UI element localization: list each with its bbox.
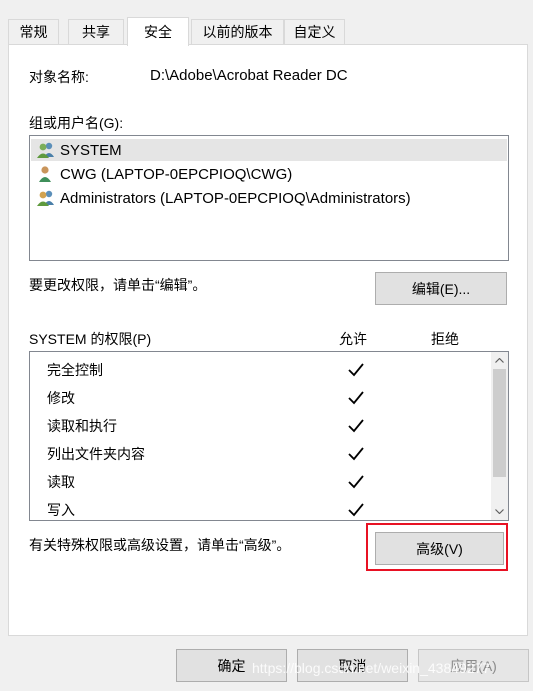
tab-label: 自定义: [293, 24, 336, 40]
groups-label: 组或用户名(G):: [29, 115, 124, 131]
security-panel: 对象名称: D:\Adobe\Acrobat Reader DC 组或用户名(G…: [8, 44, 528, 636]
advanced-button-label: 高级(V): [416, 540, 463, 557]
permission-row-list-folder: 列出文件夹内容: [47, 440, 145, 468]
advanced-button[interactable]: 高级(V): [375, 532, 504, 565]
permission-name: 完全控制: [47, 362, 103, 378]
group-item-system[interactable]: SYSTEM: [31, 139, 507, 161]
permission-row-read: 读取: [47, 468, 75, 496]
tab-previous-versions[interactable]: 以前的版本: [191, 19, 284, 44]
tab-customize[interactable]: 自定义: [284, 19, 345, 44]
user-icon: [39, 166, 51, 182]
tab-label: 以前的版本: [202, 24, 273, 40]
users-group-icon: [37, 142, 54, 158]
permission-name: 读取和执行: [47, 418, 117, 434]
tab-general[interactable]: 常规: [8, 19, 59, 44]
group-name: SYSTEM: [60, 141, 122, 159]
group-item-cwg[interactable]: CWG (LAPTOP-0EPCPIOQ\CWG): [36, 163, 292, 185]
permission-name: 读取: [47, 474, 75, 490]
group-item-administrators[interactable]: Administrators (LAPTOP-0EPCPIOQ\Administ…: [36, 187, 411, 209]
permission-name: 写入: [47, 502, 75, 518]
tab-label: 共享: [82, 24, 110, 40]
tab-security[interactable]: 安全: [127, 17, 189, 46]
advanced-hint: 有关特殊权限或高级设置，请单击“高级”。: [29, 537, 291, 553]
allow-check-icon: [348, 363, 364, 377]
group-name: Administrators (LAPTOP-0EPCPIOQ\Administ…: [60, 189, 411, 207]
tab-strip: 常规 共享 安全 以前的版本 自定义: [8, 17, 528, 46]
allow-check-icon: [348, 503, 364, 517]
object-name-label: 对象名称:: [29, 69, 89, 85]
permissions-scrollbar[interactable]: [491, 352, 508, 520]
allow-header: 允许: [339, 331, 367, 347]
permission-row-write: 写入: [47, 496, 75, 520]
allow-check-icon: [348, 475, 364, 489]
permissions-label: SYSTEM 的权限(P): [29, 331, 152, 347]
users-group-icon: [37, 190, 54, 206]
allow-check-icon: [348, 419, 364, 433]
allow-check-icon: [348, 447, 364, 461]
permission-row-read-execute: 读取和执行: [47, 412, 117, 440]
object-path-value: D:\Adobe\Acrobat Reader DC: [150, 67, 348, 84]
scroll-thumb[interactable]: [493, 369, 506, 477]
permission-name: 修改: [47, 390, 75, 406]
groups-listbox[interactable]: SYSTEM CWG (LAPTOP-0EPCPIOQ\CWG) Adminis…: [29, 135, 509, 261]
permission-name: 列出文件夹内容: [47, 446, 145, 462]
permissions-listbox[interactable]: 完全控制 修改 读取和执行 列出文件夹内容 读取 写入: [29, 351, 509, 521]
edit-button[interactable]: 编辑(E)...: [375, 272, 507, 305]
tab-sharing[interactable]: 共享: [68, 19, 124, 44]
edit-button-label: 编辑(E)...: [411, 280, 471, 297]
allow-check-icon: [348, 391, 364, 405]
permission-row-modify: 修改: [47, 384, 75, 412]
deny-header: 拒绝: [431, 331, 459, 347]
scroll-up-icon[interactable]: [491, 352, 508, 369]
group-name: CWG (LAPTOP-0EPCPIOQ\CWG): [60, 165, 293, 183]
tab-label: 常规: [19, 24, 48, 40]
watermark-text: https://blog.csdn.net/weixin_43849277: [252, 660, 491, 676]
ok-button-label: 确定: [217, 657, 246, 674]
permission-row-full-control: 完全控制: [47, 356, 103, 384]
scroll-down-icon[interactable]: [491, 503, 508, 520]
tab-label: 安全: [144, 24, 172, 40]
edit-hint: 要更改权限，请单击“编辑”。: [29, 277, 207, 293]
